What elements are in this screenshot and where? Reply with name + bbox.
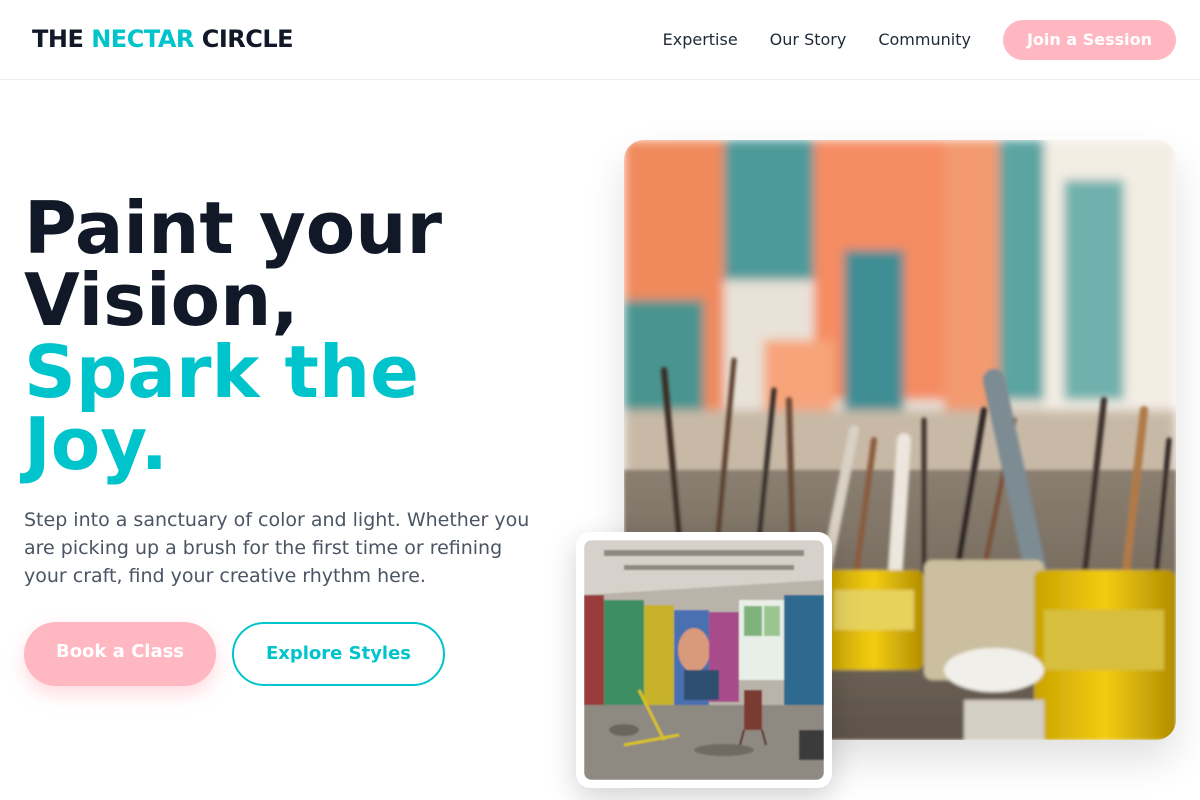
- logo-text-accent: NECTAR: [91, 25, 194, 53]
- hero-title-line-2: Vision,: [24, 258, 299, 342]
- hero-title: Paint your Vision, Spark the Joy.: [24, 192, 584, 480]
- graffiti-studio-photo-frame: [576, 532, 832, 788]
- logo-text-end: CIRCLE: [193, 25, 294, 53]
- main-nav: Expertise Our Story Community Join a Ses…: [663, 20, 1176, 60]
- book-class-button[interactable]: Book a Class: [24, 622, 216, 686]
- nav-link-our-story[interactable]: Our Story: [770, 20, 847, 60]
- nav-link-expertise[interactable]: Expertise: [663, 20, 738, 60]
- site-logo[interactable]: THE NECTAR CIRCLE: [32, 24, 294, 54]
- graffiti-studio-photo: [584, 540, 824, 780]
- hero-title-line-4: Joy.: [24, 402, 168, 486]
- site-header: THE NECTAR CIRCLE Expertise Our Story Co…: [0, 0, 1200, 80]
- explore-styles-button[interactable]: Explore Styles: [232, 622, 445, 686]
- hero-title-line-1: Paint your: [24, 186, 443, 270]
- hero-description: Step into a sanctuary of color and light…: [24, 509, 530, 587]
- join-session-button[interactable]: Join a Session: [1002, 20, 1176, 60]
- nav-link-community[interactable]: Community: [878, 20, 971, 60]
- hero-title-line-3: Spark the: [24, 330, 419, 414]
- logo-text-start: THE: [32, 25, 92, 53]
